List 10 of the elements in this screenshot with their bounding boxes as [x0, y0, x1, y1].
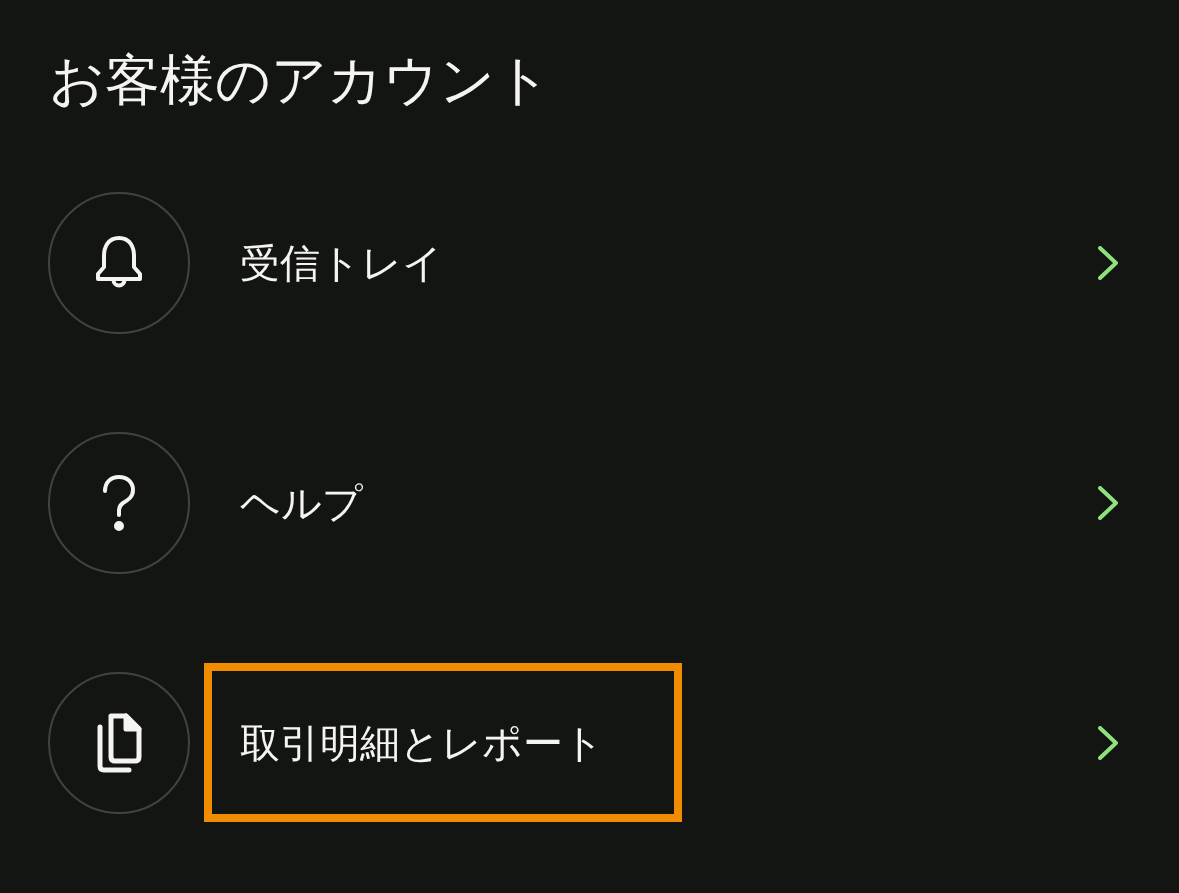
chevron-right-icon [1098, 245, 1118, 280]
documents-icon [48, 671, 190, 814]
menu-item-label[interactable]: ヘルプ [240, 478, 363, 527]
page-title: お客様のアカウント [49, 48, 551, 112]
menu-item-label[interactable]: 受信トレイ [240, 238, 443, 287]
chevron-right-icon [1098, 485, 1118, 520]
question-mark-icon [48, 431, 190, 574]
bell-icon [48, 191, 190, 334]
menu-item-label[interactable]: 取引明細とレポート [240, 718, 604, 767]
chevron-right-icon [1098, 725, 1118, 760]
